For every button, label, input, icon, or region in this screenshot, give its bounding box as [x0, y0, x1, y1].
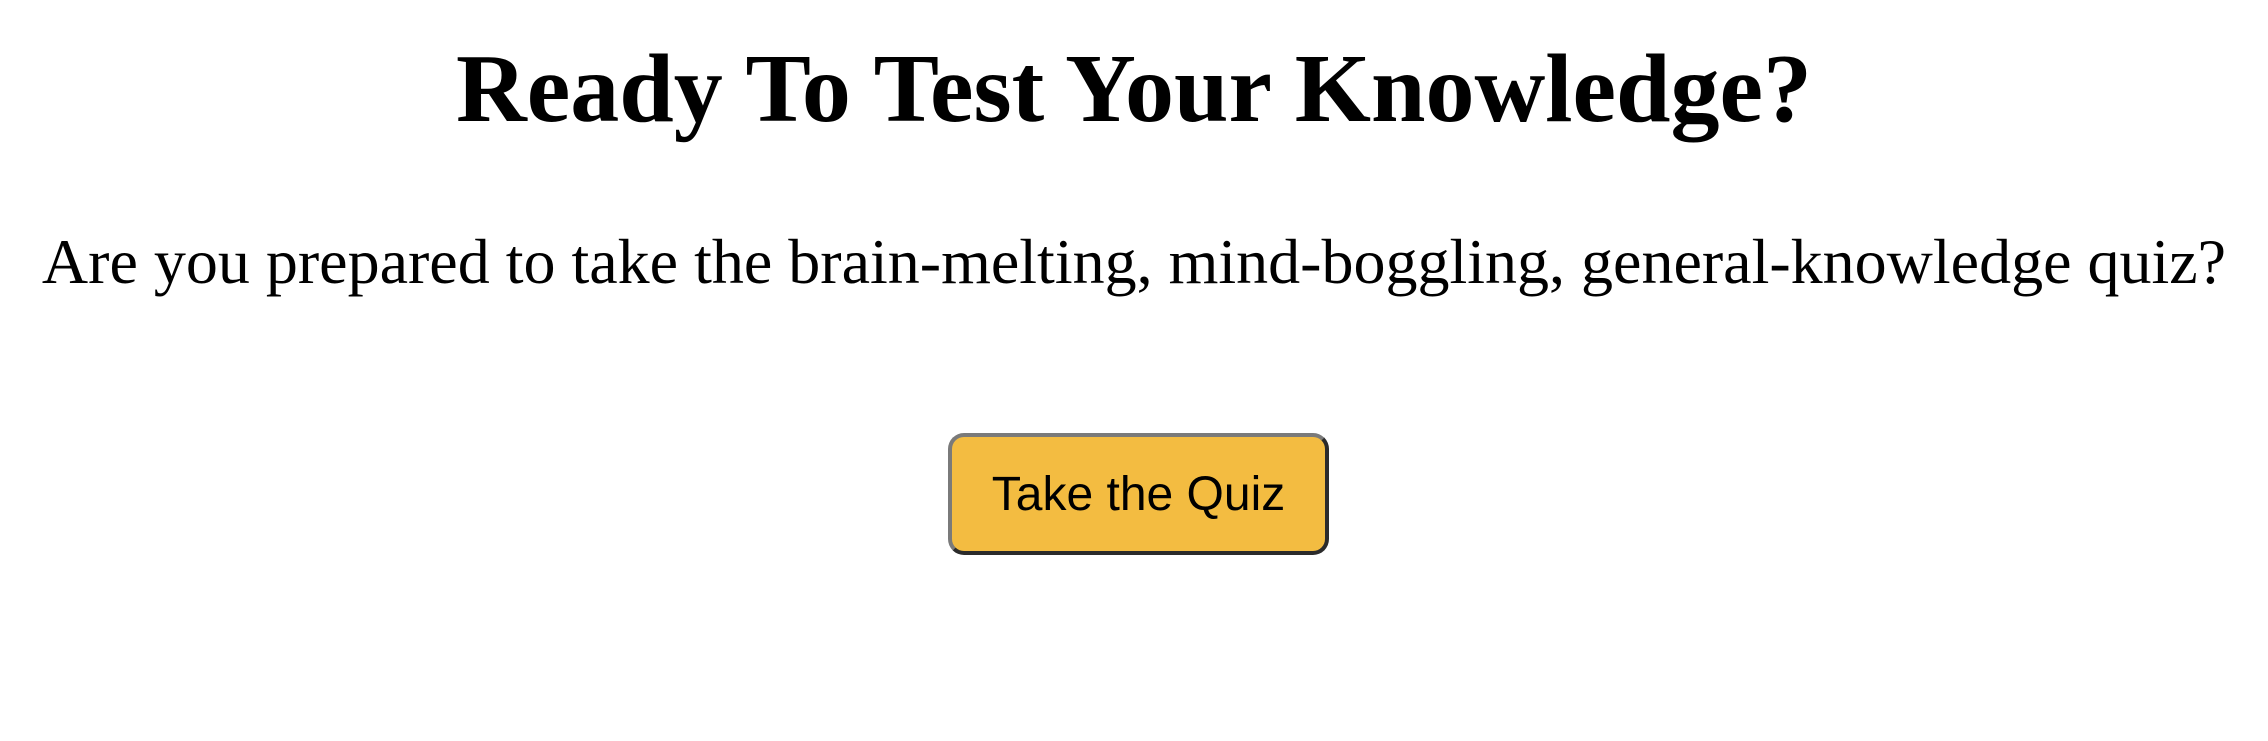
quiz-landing-page: Ready To Test Your Knowledge? Are you pr… — [0, 0, 2268, 741]
page-title: Ready To Test Your Knowledge? — [456, 35, 1812, 143]
quiz-description: Are you prepared to take the brain-melti… — [41, 226, 2227, 297]
take-quiz-button[interactable]: Take the Quiz — [948, 433, 1329, 555]
